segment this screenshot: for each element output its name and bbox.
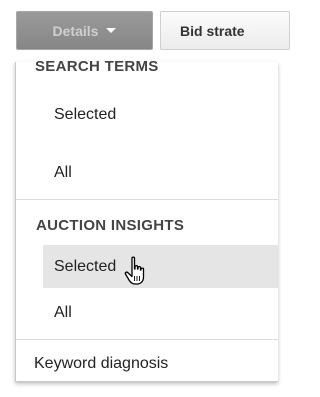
auction-insights-selected-item[interactable]: Selected bbox=[43, 245, 278, 288]
bid-strategy-button[interactable]: Bid strate bbox=[160, 11, 290, 50]
details-button-label: Details bbox=[52, 22, 99, 39]
toolbar: Details Bid strate bbox=[0, 0, 290, 62]
auction-insights-header: AUCTION INSIGHTS bbox=[36, 217, 185, 234]
menu-item-label: All bbox=[54, 304, 72, 321]
hand-pointer-cursor-icon bbox=[124, 256, 145, 285]
menu-item-label: Selected bbox=[54, 106, 117, 123]
bid-strategy-label: Bid strate bbox=[180, 22, 245, 39]
search-terms-header: SEARCH TERMS bbox=[35, 58, 159, 75]
search-terms-all-item[interactable]: All bbox=[16, 155, 278, 191]
menu-item-label: All bbox=[54, 164, 72, 181]
search-terms-selected-item[interactable]: Selected bbox=[16, 97, 278, 133]
details-dropdown-button[interactable]: Details bbox=[16, 11, 153, 50]
keyword-diagnosis-item[interactable]: Keyword diagnosis bbox=[16, 349, 278, 379]
menu-divider bbox=[16, 199, 278, 200]
caret-down-icon bbox=[106, 28, 117, 33]
details-dropdown-menu: SEARCH TERMS Selected All AUCTION INSIGH… bbox=[15, 58, 278, 382]
menu-item-label: Keyword diagnosis bbox=[34, 355, 169, 372]
auction-insights-all-item[interactable]: All bbox=[16, 295, 278, 331]
menu-divider bbox=[16, 339, 278, 340]
menu-item-label: Selected bbox=[54, 257, 117, 275]
